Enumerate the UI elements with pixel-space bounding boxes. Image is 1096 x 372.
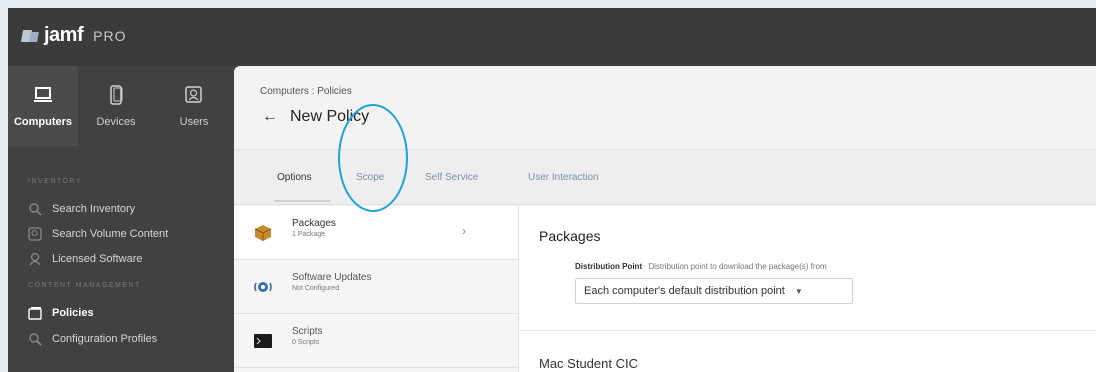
payload-label: Scripts [292, 326, 323, 337]
section-label-content-management: CONTENT MANAGEMENT [28, 282, 141, 289]
policies-icon [28, 307, 42, 320]
payload-list: Packages 1 Package › Software Updates No… [234, 206, 518, 372]
payload-sub: 0 Scripts [292, 339, 320, 346]
sidebar-item-licensed-software[interactable]: Licensed Software [28, 252, 143, 266]
back-arrow-icon[interactable]: ← [262, 108, 278, 126]
payload-item-packages[interactable]: Packages 1 Package › [234, 206, 518, 260]
payload-item-software-updates[interactable]: Software Updates Not Configured [234, 260, 518, 314]
sidebar-item-label: Configuration Profiles [52, 333, 158, 345]
nav-tabs: Computers Devices Users [8, 66, 234, 146]
payload-item-scripts[interactable]: Scripts 0 Scripts [234, 314, 518, 368]
left-navigation: Computers Devices Users INVENTORY Search… [8, 66, 234, 372]
software-updates-icon [252, 276, 274, 298]
chevron-down-icon: ▼ [794, 286, 803, 296]
payload-label: Packages [292, 218, 336, 229]
sidebar-item-search-volume-content[interactable]: Search Volume Content [28, 227, 168, 241]
distribution-point-label: Distribution Point [575, 262, 643, 271]
top-bar: jamf PRO [8, 8, 1096, 66]
sidebar-item-label: Licensed Software [52, 253, 143, 265]
divider [519, 330, 1096, 331]
search-icon [29, 203, 42, 216]
payload-sub: Not Configured [292, 285, 340, 292]
users-icon [185, 86, 202, 103]
nav-tab-label: Users [179, 116, 209, 128]
app-edition: PRO [93, 27, 127, 44]
licensed-software-icon [29, 252, 41, 266]
nav-tab-computers[interactable]: Computers [8, 66, 78, 146]
nav-tab-users[interactable]: Users [154, 66, 234, 146]
sidebar-item-configuration-profiles[interactable]: Configuration Profiles [28, 332, 157, 346]
scope-annotation-circle [338, 104, 408, 212]
app-name: jamf [44, 24, 84, 46]
chevron-right-icon: › [462, 224, 466, 238]
sidebar-item-policies[interactable]: Policies [28, 306, 94, 320]
nav-tab-devices[interactable]: Devices [78, 66, 154, 146]
main-panel: Computers : Policies ← New Policy Option… [234, 66, 1096, 372]
configuration-profiles-icon [29, 333, 42, 346]
section-title: Packages [539, 228, 601, 244]
payload-label: Software Updates [292, 272, 372, 283]
sidebar-item-search-inventory[interactable]: Search Inventory [28, 202, 135, 216]
sidebar-item-label: Search Inventory [52, 203, 136, 215]
jamf-logo-icon [20, 28, 39, 44]
nav-tab-label: Computers [13, 116, 73, 128]
tab-self-service[interactable]: Self Service [425, 172, 478, 183]
payload-content: Packages Distribution Point Distribution… [518, 206, 1096, 372]
package-icon [252, 222, 274, 244]
package-name: Mac Student CIC [539, 356, 638, 371]
app-logo[interactable]: jamf PRO [20, 24, 127, 47]
scripts-icon [252, 330, 274, 352]
distribution-point-value: Each computer's default distribution poi… [584, 285, 785, 297]
distribution-point-select[interactable]: Each computer's default distribution poi… [575, 278, 853, 304]
mobile-device-icon [110, 85, 123, 105]
tab-user-interaction[interactable]: User Interaction [528, 172, 599, 183]
sidebar-item-label: Search Volume Content [52, 228, 169, 240]
distribution-point-label-row: Distribution Point Distribution point to… [575, 262, 827, 271]
volume-content-icon [28, 227, 42, 241]
distribution-point-help: Distribution point to download the packa… [648, 262, 827, 271]
section-label-inventory: INVENTORY [28, 178, 83, 185]
tab-options[interactable]: Options [277, 172, 311, 183]
screenshot-frame: jamf PRO Computers Devices Users INVENTO… [0, 0, 1096, 372]
jamf-pro-window: jamf PRO Computers Devices Users INVENTO… [8, 8, 1096, 372]
payload-sub: 1 Package [292, 231, 326, 238]
breadcrumb[interactable]: Computers : Policies [260, 86, 352, 97]
nav-tab-label: Devices [96, 116, 136, 128]
laptop-icon [34, 87, 52, 102]
sidebar-item-label: Policies [52, 307, 94, 319]
active-tab-indicator [274, 200, 330, 202]
